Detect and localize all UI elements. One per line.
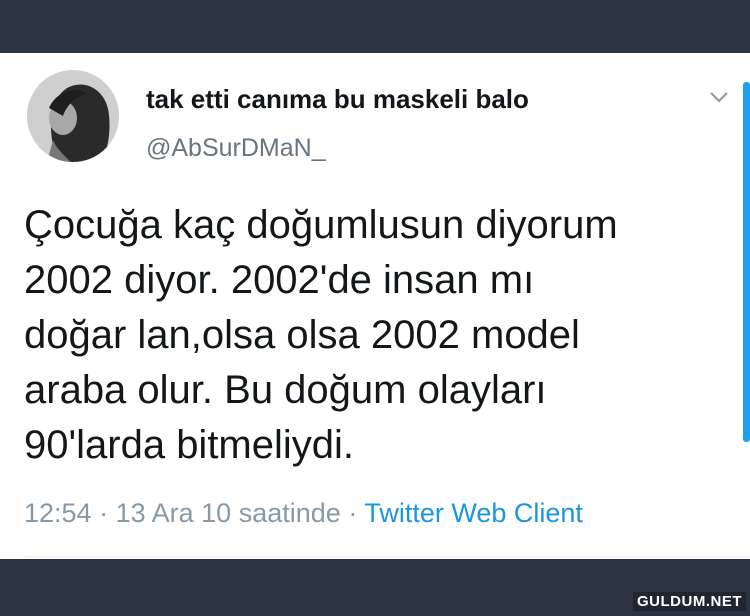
chevron-down-icon[interactable] bbox=[706, 87, 732, 107]
avatar[interactable] bbox=[27, 70, 119, 162]
tweet-metadata: 12:54 · 13 Ara 10 saatinde · Twitter Web… bbox=[24, 498, 583, 529]
avatar-image bbox=[27, 70, 119, 162]
tweet-text: Çocuğa kaç doğumlusun diyorum 2002 diyor… bbox=[24, 198, 724, 473]
user-handle[interactable]: @AbSurDMaN_ bbox=[146, 134, 326, 163]
bottom-bar: GULDUM.NET bbox=[0, 559, 750, 616]
tweet-source-link[interactable]: Twitter Web Client bbox=[364, 498, 583, 528]
tweet-date: 13 Ara 10 saatinde bbox=[115, 498, 341, 528]
divider bbox=[24, 556, 750, 557]
display-name[interactable]: tak etti canıma bu maskeli balo bbox=[146, 84, 529, 115]
top-bar bbox=[0, 0, 750, 53]
tweet-text-line: araba olur. Bu doğum olayları bbox=[24, 368, 547, 412]
tweet-text-line: 2002 diyor. 2002'de insan mı bbox=[24, 258, 535, 302]
tweet-card: tak etti canıma bu maskeli balo @AbSurDM… bbox=[0, 53, 750, 559]
watermark: GULDUM.NET bbox=[633, 592, 746, 611]
tweet-time[interactable]: 12:54 bbox=[24, 498, 92, 528]
tweet-text-line: 90'larda bitmeliydi. bbox=[24, 423, 355, 467]
scrollbar[interactable] bbox=[743, 82, 750, 442]
tweet-text-line: doğar lan,olsa olsa 2002 model bbox=[24, 313, 580, 357]
meta-separator: · bbox=[348, 498, 358, 528]
meta-separator: · bbox=[99, 498, 109, 528]
tweet-text-line: Çocuğa kaç doğumlusun diyorum bbox=[24, 203, 618, 247]
